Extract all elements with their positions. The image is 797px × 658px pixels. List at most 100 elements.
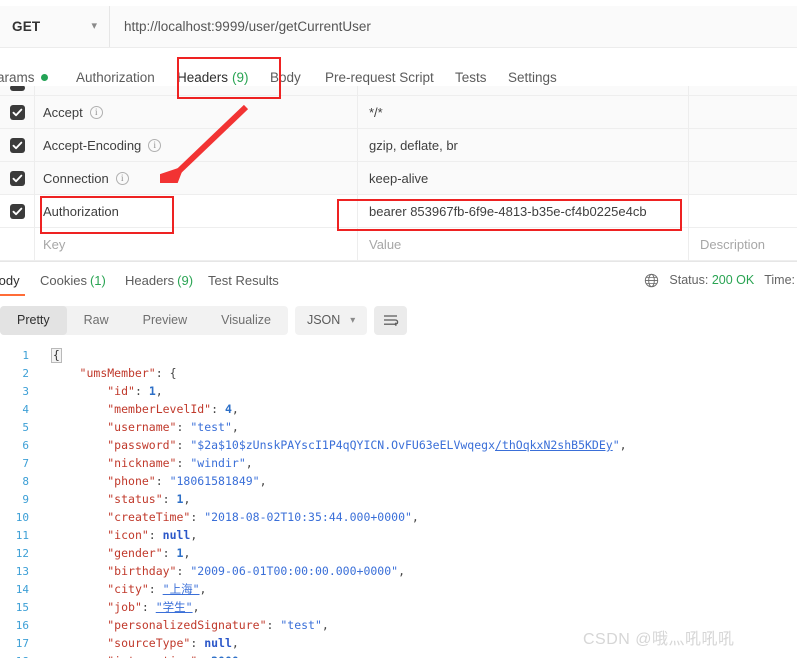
line-number: 17 (15, 636, 29, 650)
row-description-cell[interactable] (689, 86, 797, 96)
json-line-content: { (38, 347, 62, 363)
chevron-down-icon[interactable]: ▾ (350, 315, 355, 326)
request-tab-label: Authorization (76, 69, 155, 85)
row-checkbox-cell[interactable] (0, 95, 35, 129)
line-number: 13 (15, 564, 29, 578)
line-number: 3 (22, 384, 29, 398)
table-row[interactable]: Accept i */* (0, 95, 797, 129)
row-checkbox-cell[interactable] (0, 194, 35, 228)
json-line-content: "birthday": "2009-06-01T00:00:00.000+000… (107, 564, 406, 578)
table-row[interactable]: Connection i keep-alive (0, 161, 797, 195)
value-placeholder: Value (369, 236, 402, 252)
row-description-cell[interactable] (689, 162, 797, 195)
row-key-cell[interactable]: Accept i (35, 95, 358, 129)
row-checkbox-cell[interactable] (0, 128, 35, 162)
header-value-text: */* (369, 104, 383, 120)
row-checkbox[interactable] (9, 203, 25, 219)
response-body-json[interactable]: 1 {2 "umsMember": {3 "id": 1, 4 "memberLe… (0, 341, 797, 658)
row-value-cell[interactable]: bearer 853967fb-6f9e-4813-b35e-cf4b0225e… (358, 194, 689, 228)
line-number: 12 (15, 546, 29, 560)
status-prefix: Status: (669, 273, 709, 287)
json-line: 3 "id": 1, (0, 382, 797, 400)
json-line-content: "personalizedSignature": "test", (107, 618, 329, 632)
view-mode-pretty[interactable]: Pretty (0, 305, 67, 335)
json-line: 13 "birthday": "2009-06-01T00:00:00.000+… (0, 562, 797, 580)
request-tab-label: Tests (455, 69, 487, 85)
json-line: 15 "job": "学生", (0, 598, 797, 616)
line-number: 1 (22, 348, 29, 362)
row-checkbox[interactable] (9, 86, 25, 91)
json-line-content: "integration": 2000, (38, 654, 246, 658)
response-tab-label: Body (0, 272, 20, 288)
response-tab-headers[interactable]: Headers (9) (125, 264, 193, 296)
json-line: 14 "city": "上海", (0, 580, 797, 598)
line-number: 5 (22, 420, 29, 434)
url-input[interactable]: http://localhost:9999/user/getCurrentUse… (110, 6, 797, 47)
response-divider (0, 261, 797, 262)
watermark: CSDN @哦灬吼吼吼 (583, 631, 735, 648)
globe-icon[interactable] (644, 273, 659, 288)
json-line: 4 "memberLevelId": 4, (0, 400, 797, 418)
view-mode-preview[interactable]: Preview (126, 306, 204, 335)
chevron-down-icon[interactable]: ▾ (91, 21, 97, 32)
json-line: 6 "password": "$2a$10$zUnskPAYscI1P4qQYI… (0, 436, 797, 454)
json-line: 8 "phone": "18061581849", (0, 472, 797, 490)
row-checkbox-cell[interactable] (0, 161, 35, 195)
response-format-selector[interactable]: JSON ▾ (294, 305, 368, 335)
row-checkbox[interactable] (9, 104, 25, 120)
new-key-input[interactable]: Key (35, 227, 358, 261)
row-value-cell[interactable]: */* (358, 95, 689, 129)
row-key-cell[interactable] (35, 86, 358, 96)
table-row[interactable]: Authorization bearer 853967fb-6f9e-4813-b… (0, 194, 797, 228)
info-icon[interactable]: i (115, 171, 129, 185)
view-mode-segmented-control: Pretty Raw Preview Visualize (0, 305, 288, 335)
url-bar: GET ▾ http://localhost:9999/user/getCurr… (0, 6, 797, 47)
request-tab-label: Settings (508, 69, 557, 85)
response-tab-cookies[interactable]: Cookies (1) (40, 264, 106, 296)
row-value-cell[interactable]: keep-alive (358, 161, 689, 195)
row-key-cell[interactable]: Accept-Encoding i (35, 128, 358, 162)
response-tab-test-results[interactable]: Test Results (208, 264, 279, 296)
info-icon[interactable]: i (89, 105, 103, 119)
view-mode-raw[interactable]: Raw (67, 306, 126, 335)
table-row-partial[interactable] (0, 86, 797, 96)
line-number: 18 (0, 655, 38, 658)
header-key-text: Authorization (43, 203, 119, 219)
request-tab-count: (9) (232, 69, 249, 85)
row-value-cell[interactable] (358, 86, 689, 96)
view-mode-visualize[interactable]: Visualize (204, 306, 288, 335)
new-value-input[interactable]: Value (358, 227, 689, 261)
new-description-input[interactable]: Description (689, 228, 797, 261)
active-tab-underline (0, 293, 25, 296)
row-description-cell[interactable] (689, 129, 797, 162)
line-number: 2 (22, 366, 29, 380)
row-checkbox[interactable] (9, 137, 25, 153)
row-key-cell[interactable]: Connection i (35, 161, 358, 195)
header-key-text: Connection (43, 170, 109, 186)
json-line: 18 "integration": 2000, (0, 652, 797, 658)
info-icon[interactable]: i (148, 138, 162, 152)
header-value-text: bearer 853967fb-6f9e-4813-b35e-cf4b0225e… (369, 203, 647, 219)
line-number: 10 (15, 510, 29, 524)
headers-table: Accept i */* Accept-Encoding i gzip, deflate,… (0, 86, 797, 261)
row-value-cell[interactable]: gzip, deflate, br (358, 128, 689, 162)
response-tab-body[interactable]: Body (0, 264, 25, 296)
row-checkbox-cell[interactable] (0, 227, 35, 261)
row-key-cell[interactable]: Authorization (35, 194, 358, 228)
json-line: 11 "icon": null, (0, 526, 797, 544)
row-checkbox-cell[interactable] (0, 86, 35, 96)
response-format-label: JSON (306, 313, 341, 327)
http-method-selector[interactable]: GET ▾ (0, 6, 110, 47)
row-description-cell[interactable] (689, 195, 797, 228)
row-description-cell[interactable] (689, 96, 797, 129)
table-row-placeholder[interactable]: Key Value Description (0, 227, 797, 261)
row-checkbox[interactable] (9, 170, 25, 186)
key-placeholder: Key (43, 236, 66, 252)
json-line-content: "status": 1, (107, 492, 191, 506)
table-row[interactable]: Accept-Encoding i gzip, deflate, br (0, 128, 797, 162)
line-number: 16 (15, 618, 29, 632)
http-method-label: GET (12, 19, 41, 34)
wrap-lines-toggle[interactable] (374, 305, 408, 335)
json-line-content: "city": "上海", (107, 582, 207, 596)
url-text: http://localhost:9999/user/getCurrentUse… (124, 19, 371, 34)
